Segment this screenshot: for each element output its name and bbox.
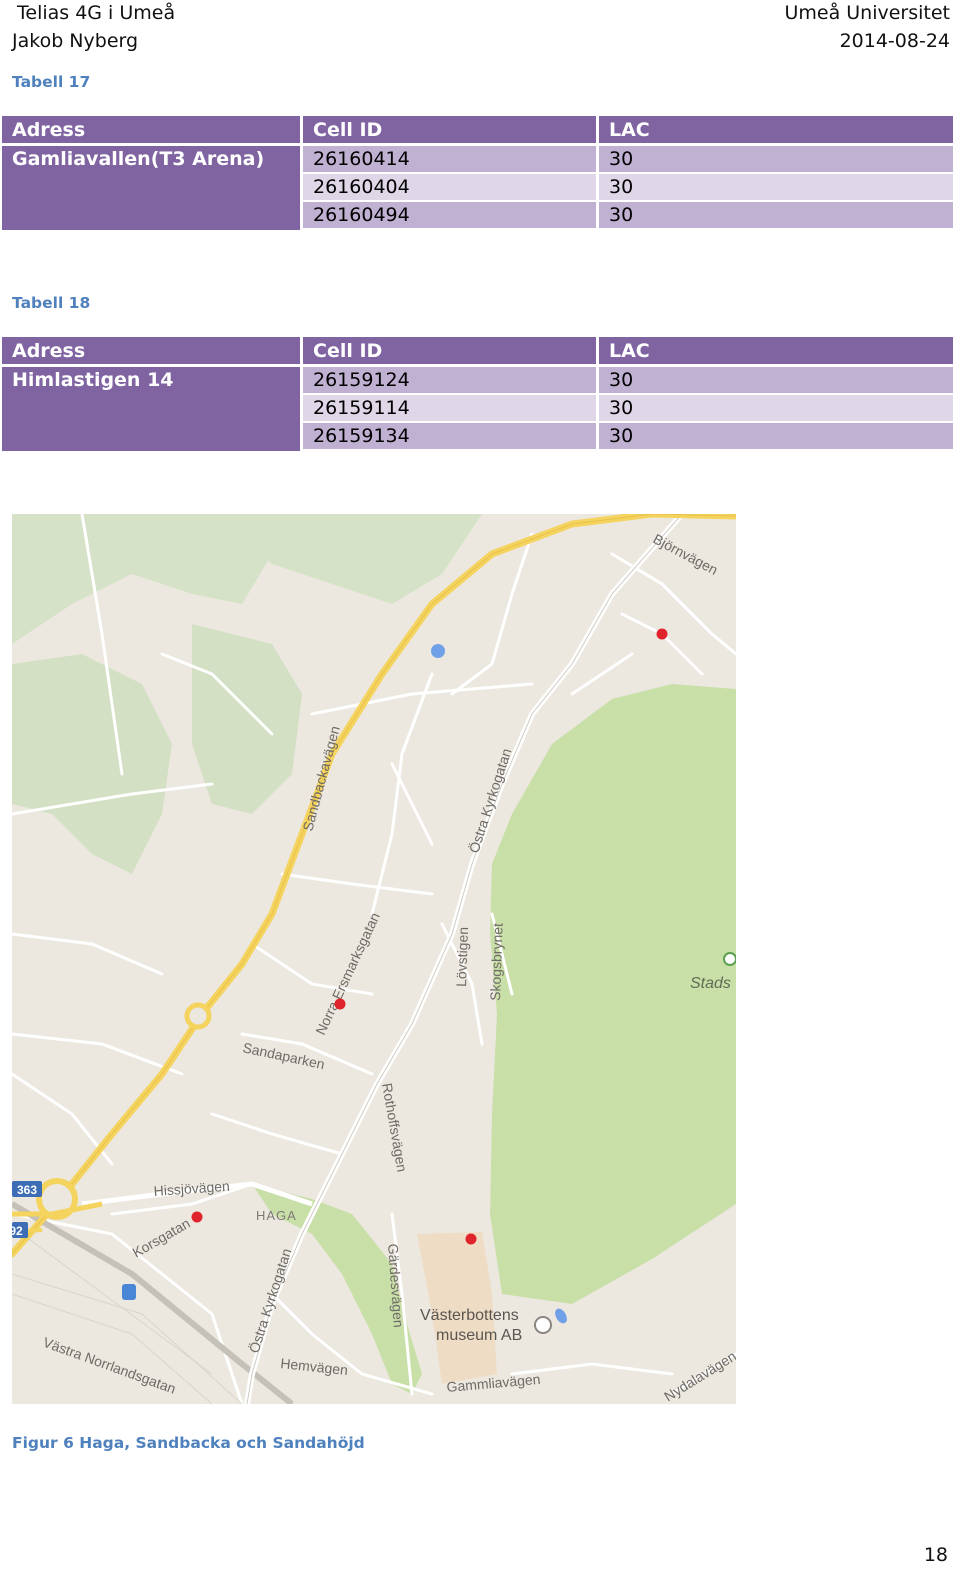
lac: 30 <box>596 367 953 395</box>
park-area <box>490 684 736 1304</box>
header-university: Umeå Universitet <box>784 2 950 24</box>
column-header-address: Adress <box>2 116 300 146</box>
page-number: 18 <box>923 1544 948 1566</box>
table-17-caption: Tabell 17 <box>12 73 91 91</box>
lac: 30 <box>596 423 953 451</box>
route-92-label: 92 <box>12 1224 23 1238</box>
cell-marker <box>191 1211 203 1223</box>
label-hemvagen: Hemvägen <box>280 1355 349 1378</box>
cell-id: 26159134 <box>300 423 596 451</box>
column-header-lac: LAC <box>596 116 953 146</box>
table-18: Adress Cell ID LAC Himlastigen 14 261591… <box>2 337 953 451</box>
table-row: Gamliavallen(T3 Arena) 26160414 30 <box>2 146 953 230</box>
table-row: Himlastigen 14 26159124 30 <box>2 367 953 451</box>
cell-id: 26160414 <box>300 146 596 174</box>
location-dot <box>555 1308 567 1324</box>
cell-id: 26159124 <box>300 367 596 395</box>
park-icon <box>723 952 736 966</box>
cell-marker <box>465 1233 477 1245</box>
column-header-address: Adress <box>2 337 300 367</box>
museum-icon <box>534 1316 552 1334</box>
column-header-cell-id: Cell ID <box>300 337 596 367</box>
address-cell: Gamliavallen(T3 Arena) <box>2 146 300 230</box>
lac: 30 <box>596 395 953 423</box>
label-bjornvagen: Björnvägen <box>651 531 721 578</box>
header-date: 2014-08-24 <box>839 30 950 52</box>
cell-marker <box>334 998 346 1010</box>
table-header-row: Adress Cell ID LAC <box>2 337 953 367</box>
forest-area <box>12 654 172 874</box>
header-author-name: Jakob Nyberg <box>12 30 139 52</box>
column-header-lac: LAC <box>596 337 953 367</box>
label-stads: Stads <box>690 975 731 992</box>
table-18-caption: Tabell 18 <box>12 294 91 312</box>
label-museum: museum AB <box>436 1327 522 1344</box>
forest-area <box>12 514 272 644</box>
map-image: 363 92 Björnvägen Sandbackavägen Östra K… <box>12 514 736 1404</box>
label-nydalavagen: Nydalavägen <box>661 1348 736 1404</box>
cell-id: 26160494 <box>300 202 596 230</box>
label-korsgatan: Korsgatan <box>130 1215 193 1261</box>
cell-id: 26160404 <box>300 174 596 202</box>
label-skogsbrynet: Skogsbrynet <box>487 923 506 1001</box>
label-ostra-kyrkogatan-south: Östra Kyrkogatan <box>245 1246 295 1355</box>
label-rothoffsvagen: Rothoffsvägen <box>379 1082 410 1173</box>
label-haga: HAGA <box>256 1208 297 1223</box>
label-norra-ersmarksgatan: Norra Ersmarksgatan <box>312 910 383 1037</box>
label-vastra-norrlandsgatan: Västra Norrlandsgatan <box>41 1334 178 1397</box>
label-sandaparken: Sandaparken <box>241 1039 326 1072</box>
roundabout <box>184 1002 212 1030</box>
table-header-row: Adress Cell ID LAC <box>2 116 953 146</box>
lac: 30 <box>596 202 953 230</box>
label-lovstigen: Lövstigen <box>453 927 471 987</box>
cell-marker <box>656 628 668 640</box>
lac: 30 <box>596 174 953 202</box>
label-sandbackavagen: Sandbackavägen <box>299 724 342 833</box>
lac: 30 <box>596 146 953 174</box>
header-author-title: Telias 4G i Umeå <box>17 2 176 24</box>
cell-id: 26159114 <box>300 395 596 423</box>
label-vasterbottens: Västerbottens <box>420 1307 519 1324</box>
bus-stop-icon <box>122 1284 136 1300</box>
table-17: Adress Cell ID LAC Gamliavallen(T3 Arena… <box>2 116 953 230</box>
column-header-cell-id: Cell ID <box>300 116 596 146</box>
address-cell: Himlastigen 14 <box>2 367 300 451</box>
route-363-label: 363 <box>17 1183 37 1197</box>
figure-caption: Figur 6 Haga, Sandbacka och Sandahöjd <box>12 1434 365 1452</box>
location-dot <box>431 644 445 658</box>
